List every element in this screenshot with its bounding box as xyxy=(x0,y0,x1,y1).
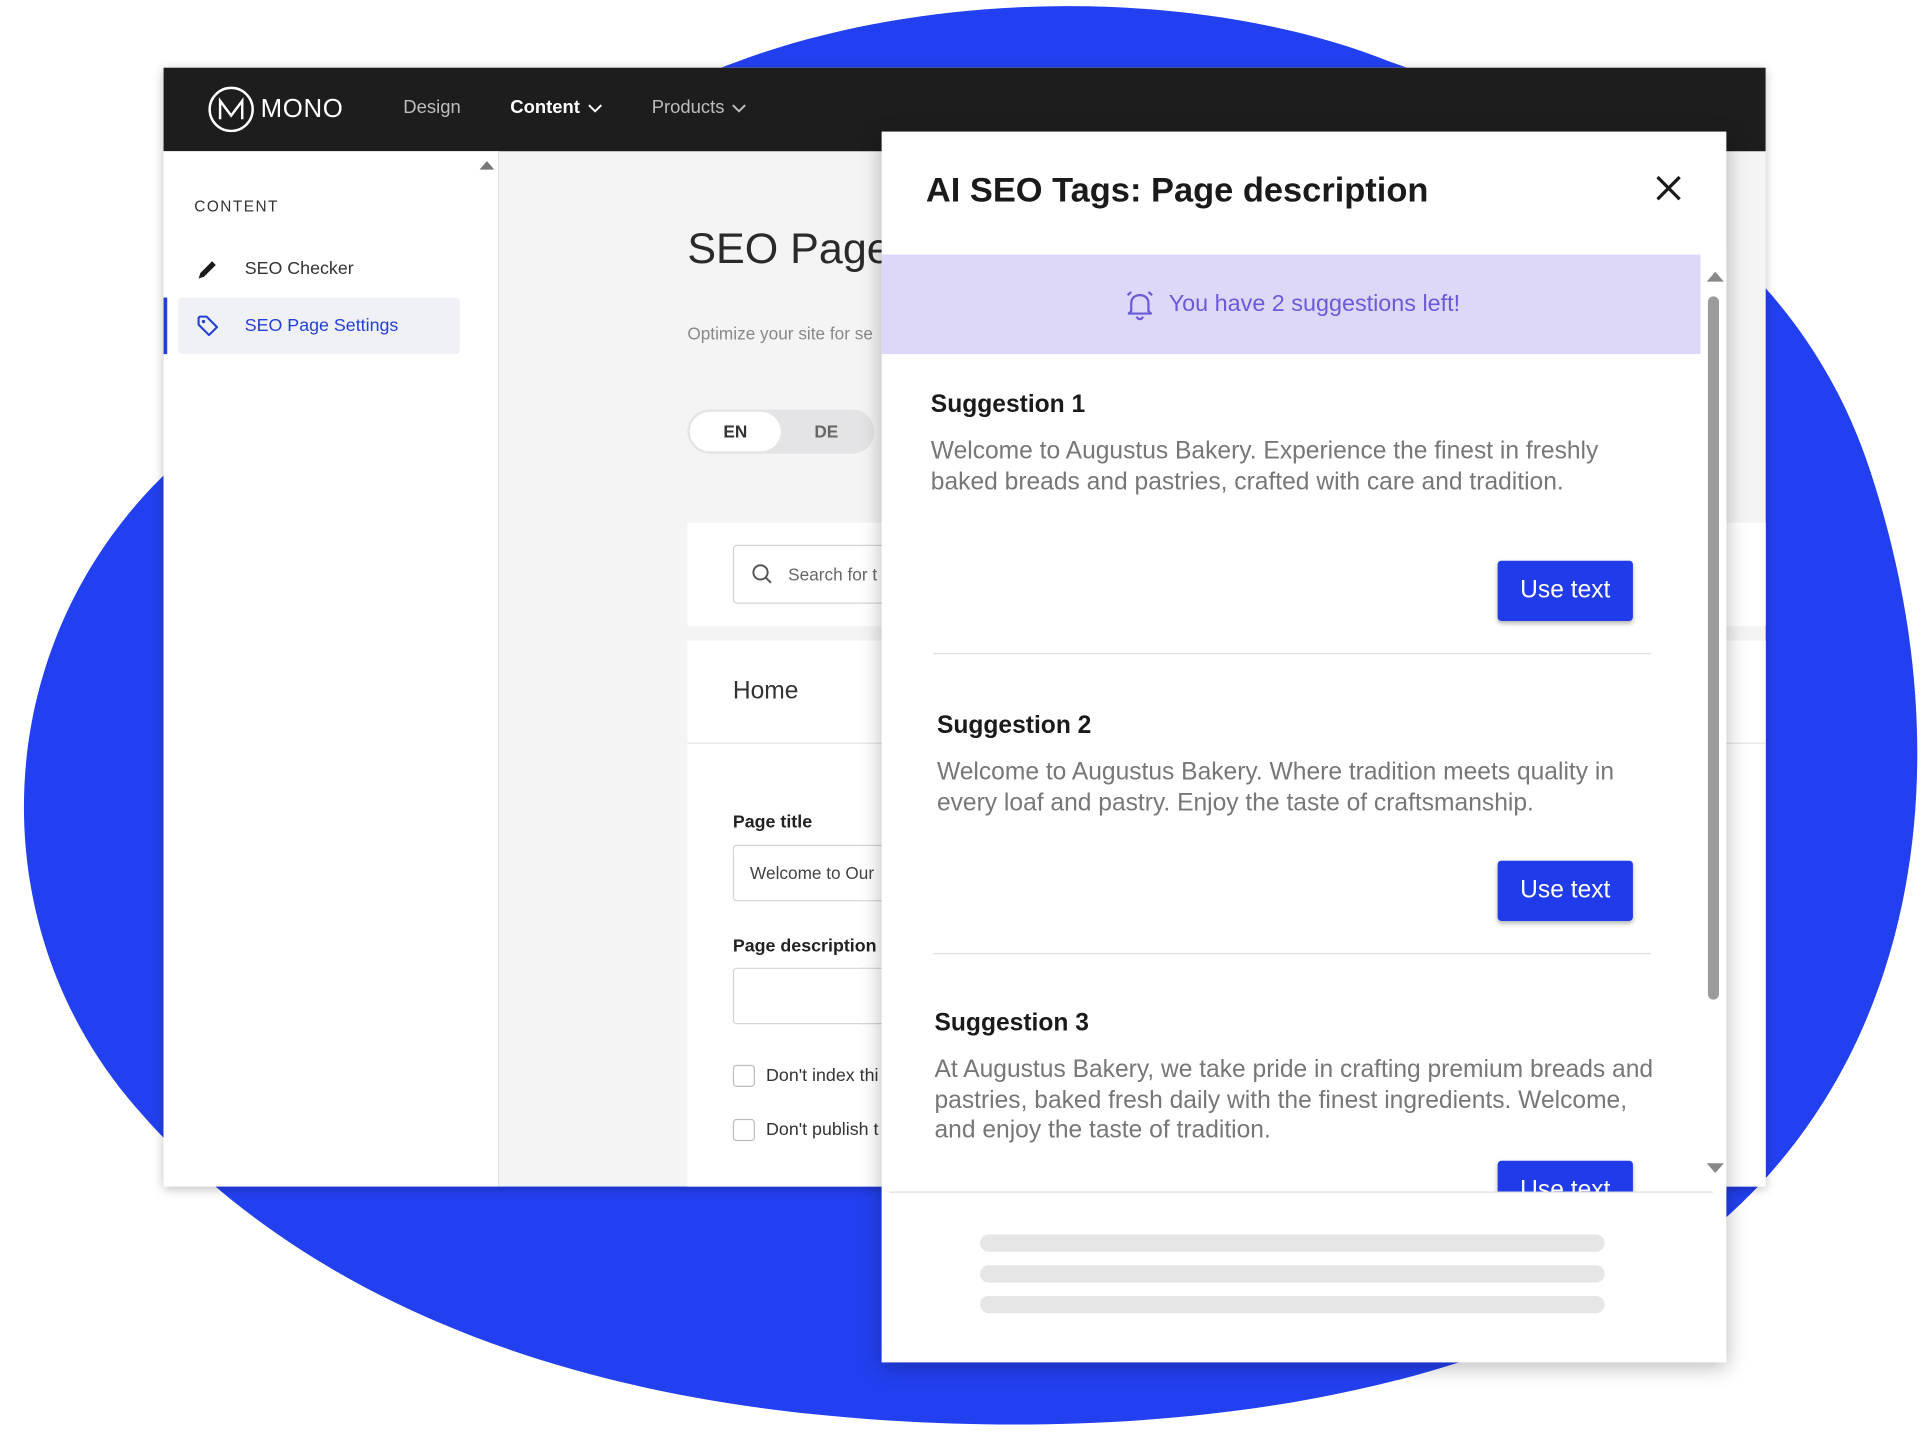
chevron-down-icon xyxy=(732,103,747,113)
nav-content[interactable]: Content xyxy=(510,97,602,118)
suggestion-title: Suggestion 3 xyxy=(934,1009,1089,1037)
sidebar-active-indicator xyxy=(163,297,168,355)
nav-products[interactable]: Products xyxy=(652,97,747,118)
suggestion-3: Suggestion 3 At Augustus Bakery, we take… xyxy=(934,1010,1655,1146)
close-button[interactable] xyxy=(1649,168,1688,207)
nav-products-label: Products xyxy=(651,97,725,119)
page-description-label: Page description xyxy=(732,936,877,957)
banner-text: You have 2 suggestions left! xyxy=(1168,290,1461,317)
language-option-en[interactable]: EN xyxy=(689,411,781,452)
brand-logo[interactable]: MONO xyxy=(207,84,344,136)
close-icon xyxy=(1656,175,1681,201)
loading-placeholder-line xyxy=(979,1234,1605,1252)
sidebar-item-seo-page-settings[interactable]: SEO Page Settings xyxy=(178,297,460,355)
modal-title: AI SEO Tags: Page description xyxy=(925,170,1429,210)
suggestion-text: Welcome to Augustus Bakery. Experience t… xyxy=(930,437,1599,495)
search-icon xyxy=(752,564,772,584)
brand-name: MONO xyxy=(260,94,344,123)
loading-placeholder-line xyxy=(979,1295,1605,1314)
divider xyxy=(933,652,1652,655)
page-name: Home xyxy=(732,677,799,705)
sidebar-heading: CONTENT xyxy=(194,197,279,216)
divider xyxy=(933,952,1652,955)
tag-icon xyxy=(197,315,219,337)
modal-footer-divider xyxy=(889,1191,1713,1193)
suggestion-title: Suggestion 1 xyxy=(930,391,1086,419)
page-title: SEO Page xyxy=(687,225,891,273)
nopublish-checkbox-label: Don't publish t xyxy=(766,1120,879,1140)
bell-icon xyxy=(1126,290,1153,320)
nav-design-label: Design xyxy=(403,97,461,119)
sidebar-item-label: SEO Page Settings xyxy=(244,316,399,336)
suggestion-text: At Augustus Bakery, we take pride in cra… xyxy=(934,1056,1654,1144)
nav-content-label: Content xyxy=(510,97,580,119)
sidebar: CONTENT SEO Checker SEO Page Settings xyxy=(163,151,500,1187)
nopublish-checkbox[interactable]: Don't publish t xyxy=(732,1118,879,1142)
suggestion-1: Suggestion 1 Welcome to Augustus Bakery.… xyxy=(931,391,1652,497)
ai-seo-modal: AI SEO Tags: Page description You have 2… xyxy=(881,131,1727,1363)
scrollbar-thumb[interactable] xyxy=(1707,296,1719,1000)
suggestions-left-banner: You have 2 suggestions left! xyxy=(881,254,1701,355)
suggestions-list: Suggestion 1 Welcome to Augustus Bakery.… xyxy=(882,354,1701,1192)
nav-design[interactable]: Design xyxy=(403,97,460,118)
use-text-button-3[interactable]: Use text xyxy=(1497,1160,1633,1192)
use-text-button-2[interactable]: Use text xyxy=(1497,860,1633,921)
suggestion-text: Welcome to Augustus Bakery. Where tradit… xyxy=(936,758,1615,816)
search-placeholder: Search for t xyxy=(788,564,878,585)
language-toggle: EN DE xyxy=(687,409,875,454)
mono-logo-icon xyxy=(208,86,254,133)
sidebar-scroll-up-arrow[interactable] xyxy=(479,161,495,170)
use-text-button-1[interactable]: Use text xyxy=(1497,560,1633,621)
noindex-checkbox[interactable]: Don't index thi xyxy=(732,1064,879,1087)
page-subtitle: Optimize your site for se xyxy=(687,323,873,344)
suggestion-title: Suggestion 2 xyxy=(936,711,1092,739)
stage: MONO Design Content Products CONTENT SEO… xyxy=(0,0,1923,1439)
page-title-label: Page title xyxy=(732,812,813,833)
scroll-up-arrow[interactable] xyxy=(1706,271,1724,282)
noindex-checkbox-label: Don't index thi xyxy=(766,1066,879,1086)
modal-scrollbar[interactable] xyxy=(1700,254,1727,1192)
chevron-down-icon xyxy=(587,103,602,113)
scroll-down-arrow[interactable] xyxy=(1706,1163,1724,1174)
language-option-de[interactable]: DE xyxy=(781,412,872,451)
sidebar-item-seo-checker[interactable]: SEO Checker xyxy=(178,241,460,298)
checkbox-box[interactable] xyxy=(732,1064,755,1087)
pencil-icon xyxy=(198,261,216,279)
loading-placeholder-line xyxy=(979,1265,1605,1283)
suggestion-2: Suggestion 2 Welcome to Augustus Bakery.… xyxy=(937,712,1658,818)
checkbox-box[interactable] xyxy=(732,1118,755,1142)
sidebar-item-label: SEO Checker xyxy=(244,259,354,280)
